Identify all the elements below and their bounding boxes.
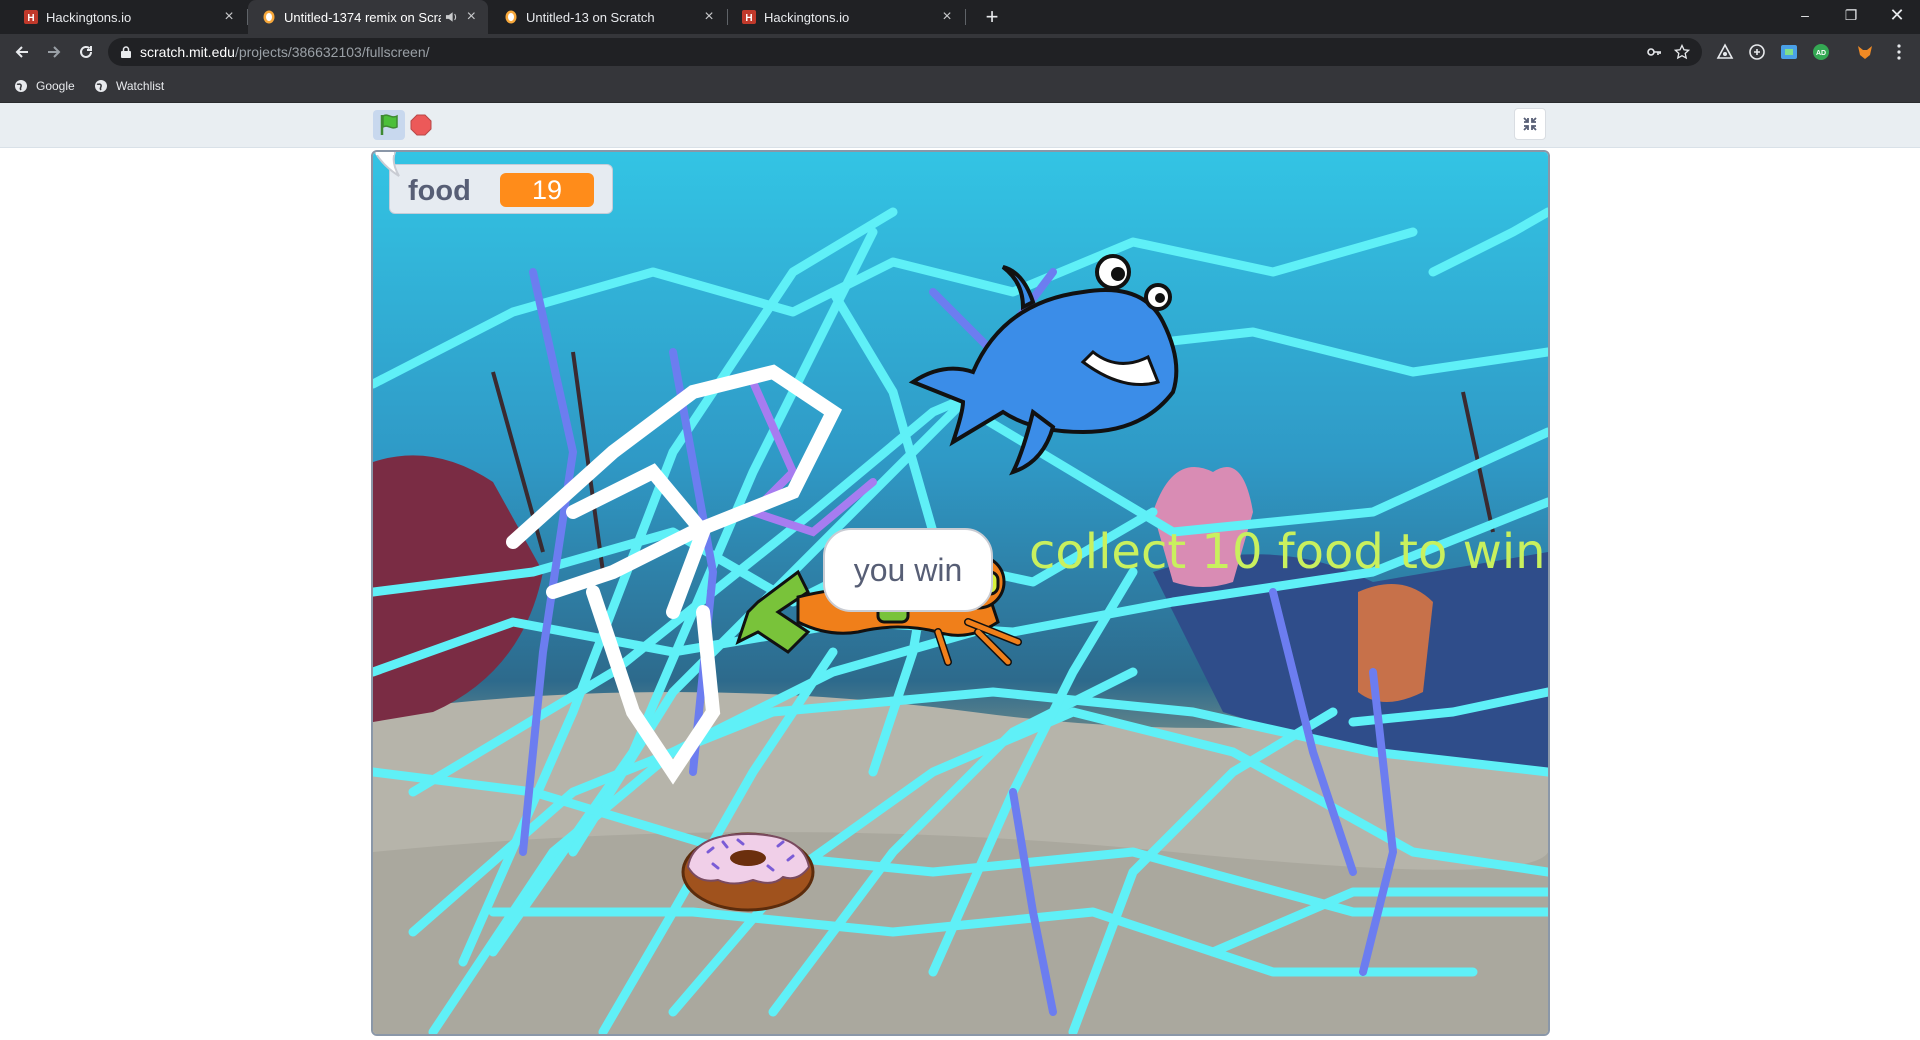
tab-title: Hackingtons.io (764, 9, 850, 25)
flag-icon (380, 114, 398, 135)
hackingtons-icon: H (24, 10, 38, 24)
goal-message: collect 10 food to win (1029, 524, 1546, 580)
scratch-stage[interactable]: food 19 you win collect 10 food to win (371, 150, 1550, 1036)
reload-icon (80, 45, 92, 58)
key-icon[interactable] (1646, 44, 1662, 60)
close-tab-icon[interactable]: × (940, 8, 954, 26)
monitor-label: food (408, 175, 471, 207)
scratch-icon (505, 10, 517, 24)
browser-toolbar: scratch.mit.edu/projects/386632103/fulls… (0, 34, 1920, 70)
arrow-left-icon (15, 46, 28, 58)
star-icon[interactable] (1674, 44, 1690, 60)
address-bar[interactable]: scratch.mit.edu/projects/386632103/fulls… (108, 38, 1702, 66)
svg-text:AD: AD (1816, 50, 1826, 57)
green-flag-button[interactable] (373, 110, 405, 140)
tab-untitled-1374[interactable]: Untitled-1374 remix on Scrat × (248, 0, 488, 34)
tab-title: Untitled-1374 remix on Scrat (284, 9, 442, 25)
bookmark-label: Watchlist (116, 79, 165, 93)
tab-untitled-13[interactable]: Untitled-13 on Scratch × (490, 0, 726, 34)
extension-adblock-icon[interactable]: AD (1812, 43, 1830, 61)
variable-monitor: food 19 (389, 164, 613, 214)
tab-hackingtons-1[interactable]: H Hackingtons.io × (10, 0, 246, 34)
speaker-icon[interactable] (445, 11, 458, 23)
tab-strip: H Hackingtons.io × Untitled-1374 remix o… (0, 0, 1920, 34)
back-button[interactable] (8, 38, 36, 66)
svg-text:H: H (27, 13, 34, 24)
reload-button[interactable] (72, 38, 100, 66)
monitor-value: 19 (500, 173, 594, 207)
scratch-icon (263, 10, 275, 24)
lock-icon (121, 46, 131, 58)
speech-bubble: you win (823, 528, 993, 612)
compress-icon (1523, 117, 1537, 131)
bookmark-watchlist[interactable]: Watchlist (94, 77, 164, 95)
exit-fullscreen-button[interactable] (1514, 108, 1546, 140)
globe-icon (95, 80, 107, 92)
close-window-button[interactable]: ✕ (1874, 0, 1920, 30)
svg-text:H: H (745, 13, 752, 24)
coral-orange (1358, 584, 1433, 702)
tab-hackingtons-2[interactable]: H Hackingtons.io × (728, 0, 964, 34)
donut-sprite (681, 832, 815, 912)
bookmark-label: Google (36, 79, 75, 93)
restore-button[interactable]: ❐ (1828, 0, 1874, 30)
stop-button[interactable] (410, 114, 432, 136)
tab-title: Untitled-13 on Scratch (526, 9, 655, 25)
speech-bubble-tail (373, 152, 400, 177)
hackingtons-icon: H (742, 10, 756, 24)
forward-button[interactable] (40, 38, 68, 66)
menu-kebab-icon[interactable] (1890, 43, 1908, 61)
extension-triangle-icon[interactable] (1716, 43, 1734, 61)
close-tab-icon[interactable]: × (465, 8, 478, 26)
extension-fox-icon[interactable] (1856, 43, 1874, 61)
tab-title: Hackingtons.io (46, 9, 132, 25)
globe-icon (15, 80, 27, 92)
url-host: scratch.mit.edu (140, 44, 235, 60)
tab-divider (965, 9, 966, 25)
close-tab-icon[interactable]: × (702, 8, 716, 26)
new-tab-button[interactable]: + (978, 4, 1006, 30)
speech-text: you win (853, 552, 963, 588)
player-controls-bar (0, 103, 1920, 148)
arrow-right-icon (48, 46, 61, 58)
extension-translate-icon[interactable] (1780, 43, 1798, 61)
minimize-button[interactable]: – (1782, 0, 1828, 30)
extension-shield-icon[interactable] (1748, 43, 1766, 61)
url-path: /projects/386632103/fullscreen/ (234, 44, 430, 60)
bookmark-google[interactable]: Google (14, 77, 75, 95)
close-tab-icon[interactable]: × (222, 8, 236, 26)
bookmarks-bar: Google Watchlist (0, 70, 1920, 103)
